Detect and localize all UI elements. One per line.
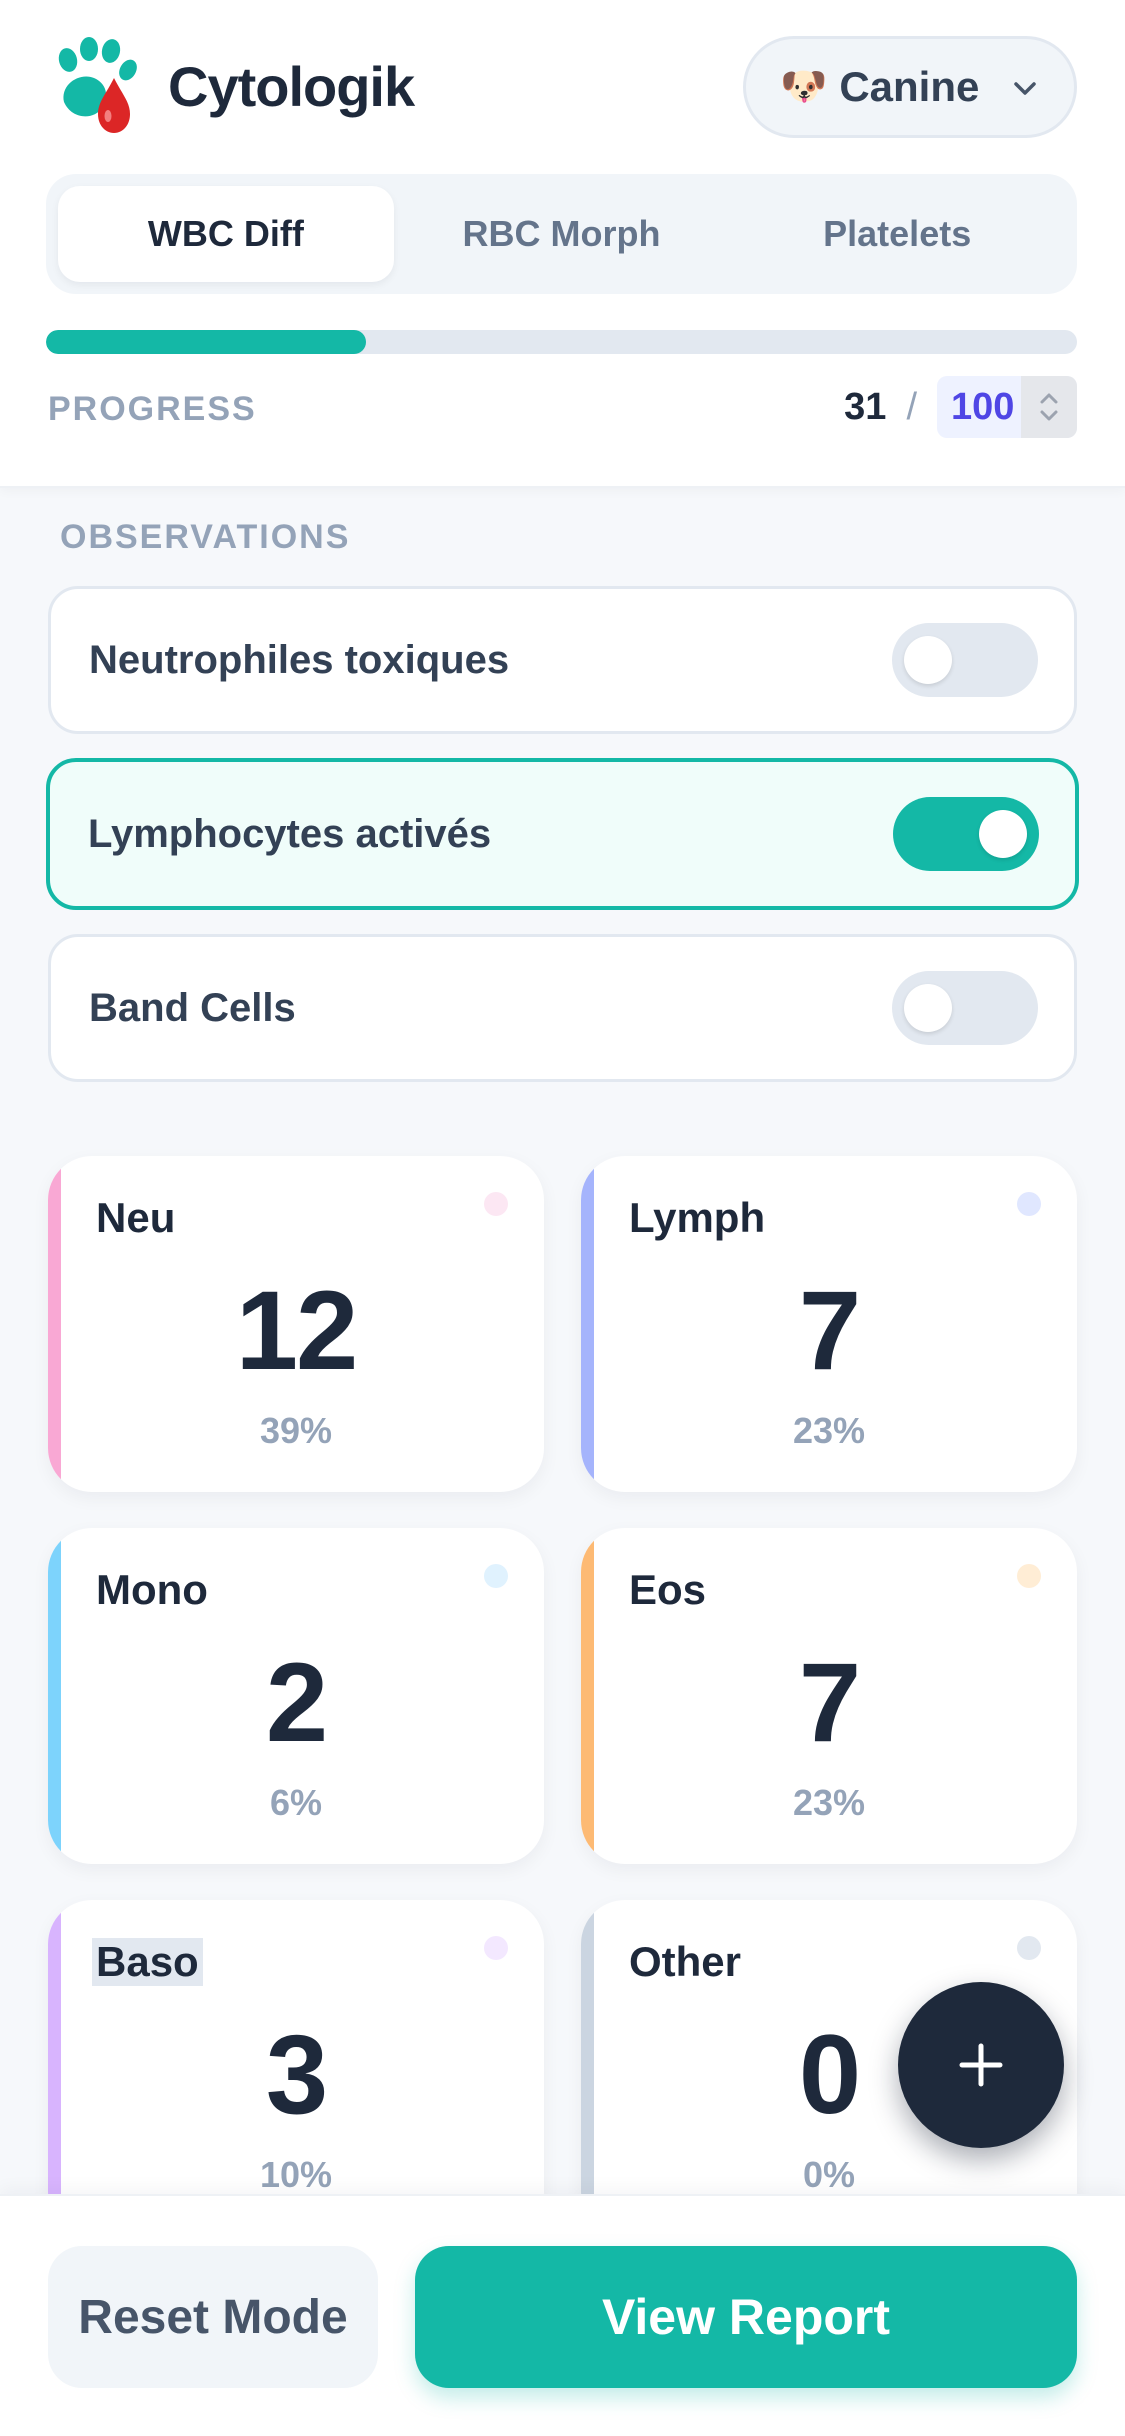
brand: Cytologik bbox=[46, 36, 415, 136]
species-selector[interactable]: 🐶 Canine bbox=[743, 36, 1077, 138]
status-dot bbox=[484, 1192, 508, 1216]
cell-percent: 23% bbox=[792, 1782, 866, 1823]
tab-wbc-diff[interactable]: WBC Diff bbox=[58, 186, 394, 282]
cell-counter-neu[interactable]: Neu 12 39% bbox=[48, 1156, 544, 1492]
status-dot bbox=[484, 1936, 508, 1960]
cell-count: 2 bbox=[265, 1640, 328, 1765]
top-panel: Cytologik 🐶 Canine WBC Diff RBC Morph Pl… bbox=[0, 0, 1125, 488]
target-count-input[interactable]: 100 bbox=[937, 376, 1077, 438]
chevron-down-icon[interactable] bbox=[1036, 407, 1062, 425]
observations-title: OBSERVATIONS bbox=[60, 518, 351, 556]
tab-rbc-morph[interactable]: RBC Morph bbox=[394, 186, 730, 282]
species-label: Canine bbox=[839, 63, 980, 110]
observation-label: Lymphocytes activés bbox=[88, 811, 492, 856]
chevron-up-icon[interactable] bbox=[1036, 389, 1062, 407]
reset-mode-button[interactable]: Reset Mode bbox=[48, 2246, 378, 2388]
cell-name: Lymph bbox=[629, 1194, 766, 1241]
cell-count: 3 bbox=[265, 2012, 328, 2137]
toggle-switch[interactable] bbox=[893, 797, 1039, 871]
cell-percent: 6% bbox=[269, 1782, 323, 1823]
dog-face-icon: 🐶 bbox=[780, 66, 828, 108]
observation-activated-lymphocytes[interactable]: Lymphocytes activés bbox=[46, 758, 1079, 910]
count-separator: / bbox=[906, 385, 917, 428]
progress-bar bbox=[46, 330, 1077, 354]
cell-percent: 10% bbox=[259, 2154, 333, 2195]
status-dot bbox=[1017, 1564, 1041, 1588]
cell-counter-mono[interactable]: Mono 2 6% bbox=[48, 1528, 544, 1864]
observation-label: Band Cells bbox=[89, 985, 296, 1030]
cell-counter-baso[interactable]: Baso 3 10% bbox=[48, 1900, 544, 2236]
observation-label: Neutrophiles toxiques bbox=[89, 637, 510, 682]
cell-percent: 0% bbox=[802, 2154, 856, 2195]
cell-counter-lymph[interactable]: Lymph 7 23% bbox=[581, 1156, 1077, 1492]
current-count: 31 bbox=[844, 385, 887, 428]
observation-band-cells[interactable]: Band Cells bbox=[48, 934, 1077, 1082]
add-button[interactable] bbox=[898, 1982, 1064, 2148]
cell-name: Eos bbox=[629, 1566, 707, 1613]
cell-percent: 23% bbox=[792, 1410, 866, 1451]
toggle-knob bbox=[979, 810, 1027, 858]
status-dot bbox=[484, 1564, 508, 1588]
cell-count: 7 bbox=[798, 1640, 861, 1765]
target-count-value: 100 bbox=[951, 385, 1015, 428]
cell-name: Baso bbox=[92, 1938, 203, 1986]
progress-label: PROGRESS bbox=[48, 390, 257, 428]
paw-blood-drop-logo-icon bbox=[58, 37, 137, 133]
cell-count: 12 bbox=[235, 1268, 359, 1393]
toggle-knob bbox=[904, 636, 952, 684]
toggle-switch[interactable] bbox=[892, 971, 1038, 1045]
toggle-switch[interactable] bbox=[892, 623, 1038, 697]
cell-count: 7 bbox=[798, 1268, 861, 1393]
mode-tabs: WBC Diff RBC Morph Platelets bbox=[46, 174, 1077, 294]
toggle-knob bbox=[904, 984, 952, 1032]
tab-platelets[interactable]: Platelets bbox=[729, 186, 1065, 282]
cell-percent: 39% bbox=[259, 1410, 333, 1451]
progress-bar-fill bbox=[46, 330, 366, 354]
target-stepper[interactable] bbox=[1021, 376, 1077, 438]
cell-counter-eos[interactable]: Eos 7 23% bbox=[581, 1528, 1077, 1864]
cell-name: Neu bbox=[96, 1194, 176, 1241]
observation-toxic-neutrophils[interactable]: Neutrophiles toxiques bbox=[48, 586, 1077, 734]
plus-icon bbox=[959, 2043, 1003, 2087]
chevron-down-icon bbox=[1014, 82, 1036, 95]
view-report-button[interactable]: View Report bbox=[415, 2246, 1077, 2388]
cell-name: Mono bbox=[96, 1566, 208, 1613]
app-title: Cytologik bbox=[168, 54, 415, 118]
status-dot bbox=[1017, 1192, 1041, 1216]
status-dot bbox=[1017, 1936, 1041, 1960]
cell-name: Other bbox=[629, 1938, 742, 1985]
progress-counter: 31 / 100 bbox=[844, 376, 1077, 438]
bottom-action-bar: Reset Mode View Report bbox=[0, 2194, 1125, 2436]
